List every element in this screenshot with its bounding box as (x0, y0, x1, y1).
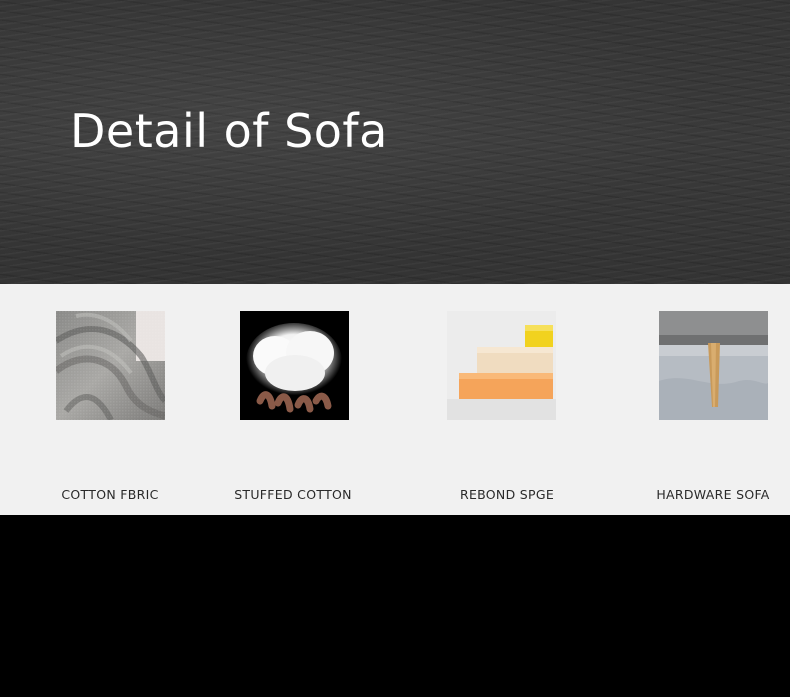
hardware-sofa-leg-image (659, 311, 768, 420)
dark-footer-section (0, 515, 790, 697)
feature-label: COTTON FBRIC (61, 487, 159, 502)
feature-strip: COTTON FBRIC STUFFED COTTON REBOND SPGE … (0, 284, 790, 515)
rebond-sponge-image (447, 311, 556, 420)
stuffed-cotton-image (240, 311, 349, 420)
page-title: Detail of Sofa (70, 104, 388, 158)
feature-label: HARDWARE SOFA (656, 487, 770, 502)
feature-label: STUFFED COTTON (234, 487, 352, 502)
cotton-fabric-image (56, 311, 165, 420)
feature-label: REBOND SPGE (459, 487, 555, 502)
hero-banner: Detail of Sofa (0, 0, 790, 284)
